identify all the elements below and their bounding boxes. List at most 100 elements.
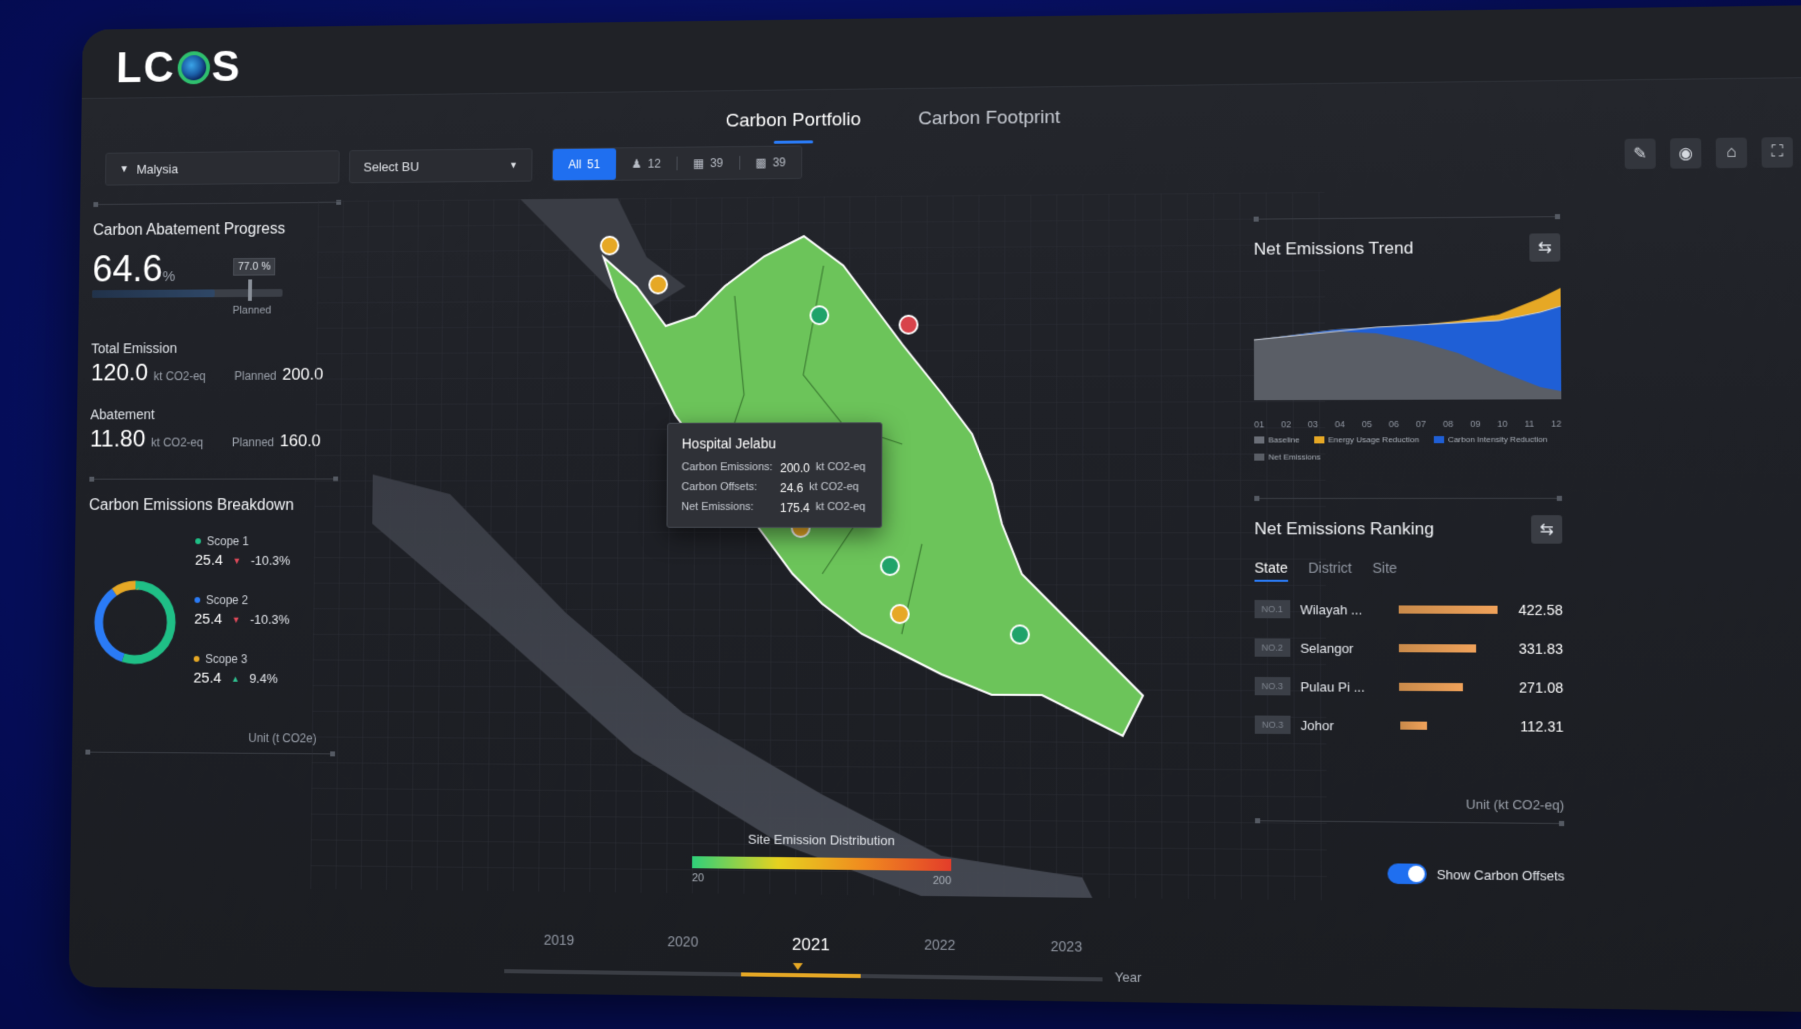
home-icon[interactable]: ⌂ <box>1715 137 1748 169</box>
app-logo[interactable]: LC S <box>116 43 242 93</box>
ranking-title: Net Emissions Ranking <box>1254 519 1435 539</box>
tooltip-unit: kt CO2-eq <box>809 481 859 494</box>
bu-select[interactable]: Select BU ▼ <box>348 148 533 184</box>
site-pin[interactable] <box>601 237 619 255</box>
divider <box>1254 497 1562 499</box>
tab-carbon-footprint[interactable]: Carbon Footprint <box>918 107 1060 130</box>
scope-1-change: -10.3% <box>250 553 291 568</box>
ranking-row[interactable]: NO.3 Pulau Pi ... 271.08 <box>1254 667 1564 707</box>
site-pin[interactable] <box>810 306 828 324</box>
tooltip-key: Carbon Emissions: <box>681 461 773 474</box>
site-pin[interactable] <box>649 276 667 294</box>
country-select[interactable]: ▼ Malysia <box>105 150 340 186</box>
ranking-row[interactable]: NO.3 Johor 112.31 <box>1254 705 1564 746</box>
tooltip-title: Hospital Jelabu <box>681 435 777 452</box>
caret-down-icon: ▼ <box>509 160 518 171</box>
scope-2-values: 25.4 ▼ -10.3% <box>194 611 290 628</box>
emission-distribution-legend: Site Emission Distribution 20 200 <box>692 831 952 887</box>
ranking-row[interactable]: NO.2 Selangor 331.83 <box>1254 628 1564 668</box>
fullscreen-icon[interactable]: ⛶ <box>1761 137 1793 168</box>
scope-2-name: Scope 2 <box>205 593 249 608</box>
planned-tag: 77.0 % <box>233 257 276 276</box>
filter-bar: ▼ Malysia Select BU ▼ All 51 ♟ 12 ▦ 39 ▩ <box>105 145 803 186</box>
scope-1-name-row: Scope 1 <box>195 534 290 548</box>
rank-number: NO.3 <box>1254 715 1291 735</box>
map[interactable] <box>310 192 1327 901</box>
swap-icon[interactable]: ⇆ <box>1531 515 1563 544</box>
globe-icon <box>177 51 210 85</box>
year-2021[interactable]: 2021 <box>792 935 830 956</box>
site-tooltip: Hospital Jelabu Carbon Emissions: 200.0 kt… <box>666 422 883 528</box>
divider <box>89 478 339 480</box>
ranking-row[interactable]: NO.1 Wilayah ... 422.58 <box>1254 590 1563 630</box>
edit-icon[interactable]: ✎ <box>1624 138 1656 170</box>
year-timeline[interactable]: 2019 2020 2021 2022 2023 Year <box>504 931 1141 1000</box>
site-pin[interactable] <box>900 316 918 334</box>
people-icon: ♟ <box>631 156 642 171</box>
total-emission-label: Total Emission <box>91 340 178 357</box>
site-pin[interactable] <box>1011 625 1029 643</box>
offsets-toggle[interactable] <box>1387 863 1427 885</box>
year-2022[interactable]: 2022 <box>924 936 955 957</box>
year-2023[interactable]: 2023 <box>1051 938 1083 959</box>
bu-placeholder: Select BU <box>363 158 420 174</box>
tooltip-unit: kt CO2-eq <box>815 501 866 513</box>
timeline-track[interactable] <box>504 969 1103 982</box>
scope-2-name-row: Scope 2 <box>194 593 289 607</box>
breakdown-unit: Unit (t CO2e) <box>248 731 317 746</box>
segment-all[interactable]: All 51 <box>552 148 616 181</box>
scope-3-name: Scope 3 <box>205 652 248 667</box>
rank-bar <box>1398 682 1463 692</box>
scope-1-name: Scope 1 <box>206 534 250 549</box>
tab-site[interactable]: Site <box>1372 560 1397 576</box>
divider <box>93 201 342 206</box>
year-2020[interactable]: 2020 <box>667 933 698 953</box>
site-pin[interactable] <box>889 603 909 624</box>
month-tick: 10 <box>1497 418 1508 429</box>
tab-district[interactable]: District <box>1308 560 1352 576</box>
divider <box>1253 216 1561 220</box>
scope-3-change: 9.4% <box>249 670 278 686</box>
tooltip-value: 175.4 <box>779 501 810 515</box>
trend-header: Net Emissions Trend ⇆ <box>1254 233 1561 263</box>
legend-energy: Energy Usage Reduction <box>1313 435 1419 444</box>
rank-bar <box>1398 605 1498 614</box>
segment-people[interactable]: ♟ 12 <box>616 148 677 180</box>
site-type-segment: All 51 ♟ 12 ▦ 39 ▩ 39 <box>551 145 803 182</box>
scope-2: Scope 2 25.4 ▼ -10.3% <box>194 593 290 628</box>
tooltip-key: Carbon Offsets: <box>681 481 758 494</box>
tab-carbon-portfolio[interactable]: Carbon Portfolio <box>726 109 861 132</box>
trend-chart <box>1254 287 1562 401</box>
rank-number: NO.3 <box>1254 676 1291 696</box>
segment-all-count: 51 <box>587 157 601 172</box>
breakdown-title: Carbon Emissions Breakdown <box>88 497 294 514</box>
rank-name: Selangor <box>1300 640 1354 656</box>
rank-value: 422.58 <box>1518 601 1563 619</box>
legend-label: Carbon Intensity Reduction <box>1447 434 1548 445</box>
month-tick: 04 <box>1334 419 1346 430</box>
segment-factory-count: 39 <box>772 155 786 170</box>
location-icon[interactable]: ◉ <box>1670 138 1702 169</box>
timeline-years: 2019 2020 2021 2022 2023 <box>504 931 1122 959</box>
legend-label: Baseline <box>1268 435 1300 445</box>
legend-baseline: Baseline <box>1254 435 1300 445</box>
site-pin[interactable] <box>880 556 900 576</box>
rank-value: 112.31 <box>1520 718 1564 735</box>
segment-factory[interactable]: ▩ 39 <box>740 146 802 178</box>
planned-marker <box>247 279 253 301</box>
rank-bar-track <box>1399 721 1500 730</box>
year-2019[interactable]: 2019 <box>544 932 575 952</box>
month-tick: 02 <box>1280 419 1292 430</box>
toolbar-icons: ✎ ◉ ⌂ ⛶ <box>1624 137 1793 170</box>
tab-state[interactable]: State <box>1254 560 1287 576</box>
swap-icon[interactable]: ⇆ <box>1529 233 1561 262</box>
month-tick: 09 <box>1470 418 1481 429</box>
factory-icon: ▩ <box>755 155 767 170</box>
month-tick: 12 <box>1551 418 1562 429</box>
dashboard-panel: LC S Carbon Portfolio Carbon Footprint ▼ … <box>68 5 1801 1013</box>
segment-building[interactable]: ▦ 39 <box>677 147 739 179</box>
offsets-toggle-label: Show Carbon Offsets <box>1436 866 1565 884</box>
month-tick: 06 <box>1388 418 1400 430</box>
distribution-gradient <box>692 856 952 871</box>
scope-2-change: -10.3% <box>249 611 290 627</box>
